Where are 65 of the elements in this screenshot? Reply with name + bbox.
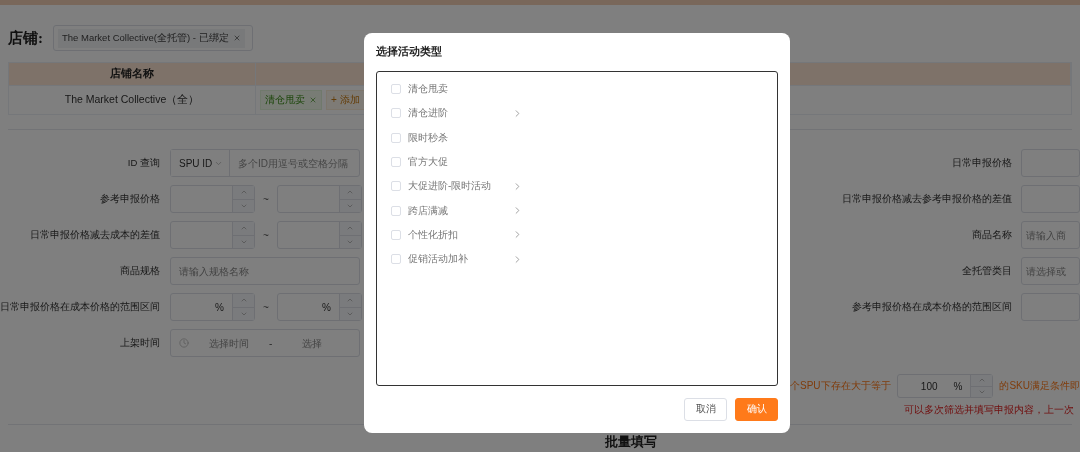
store-select[interactable]: The Market Collective(全托管) - 已绑定 (53, 25, 253, 51)
field-label: 日常申报价格 (951, 156, 1012, 170)
field-label: 日常申报价格减去成本的差值 (29, 228, 160, 242)
checkbox[interactable] (391, 84, 401, 95)
percent-unit: % (321, 301, 332, 313)
number-field[interactable] (170, 185, 255, 213)
number-field[interactable] (170, 221, 255, 249)
increment-button[interactable] (233, 186, 254, 199)
option-label[interactable]: 限时秒杀 (408, 130, 512, 145)
option-label[interactable]: 个性化折扣 (408, 227, 512, 242)
range-tilde: ~ (263, 193, 269, 205)
cancel-button[interactable]: 取消 (684, 398, 727, 421)
checkbox[interactable] (391, 108, 401, 119)
range-separator: - (269, 337, 273, 349)
confirm-button[interactable]: 确认 (735, 398, 778, 421)
increment-button[interactable] (233, 294, 254, 307)
activity-tag: 清仓甩卖 (260, 90, 322, 110)
option-label[interactable]: 大促进阶-限时活动 (408, 179, 512, 194)
field-label: 上架时间 (119, 336, 160, 350)
field-label: 日常申报价格在成本价格的范围区间 (0, 300, 160, 314)
range-tilde: ~ (263, 301, 269, 313)
rule-text: 个SPU下存在大于等于 (790, 379, 891, 393)
checkbox[interactable] (391, 181, 401, 192)
field-label: 商品规格 (119, 264, 160, 278)
percent-field[interactable]: 100 % (896, 374, 994, 398)
number-field[interactable]: % (276, 293, 362, 321)
option-label[interactable]: 促销活动加补 (408, 252, 512, 267)
section-title: 批量填写 (605, 434, 657, 449)
percent-unit: % (215, 301, 225, 313)
field-label: 全托管类目 (961, 264, 1012, 278)
close-icon[interactable] (232, 34, 241, 42)
rule-text: 的SKU满足条件即 (999, 379, 1080, 393)
increment-button[interactable] (339, 222, 361, 235)
field-label: 商品名称 (971, 228, 1012, 242)
number-field[interactable] (276, 221, 362, 249)
option-label[interactable]: 清仓进阶 (408, 106, 512, 121)
dialog-title: 选择活动类型 (376, 45, 443, 59)
column-header: 店铺名称 (110, 67, 154, 81)
increment-button[interactable] (339, 186, 361, 199)
checkbox[interactable] (391, 229, 401, 240)
checkbox[interactable] (391, 205, 401, 216)
store-tag: The Market Collective(全托管) - 已绑定 (58, 28, 245, 48)
option-label[interactable]: 清仓甩卖 (408, 82, 512, 97)
percent-value: 100 (919, 380, 939, 392)
increment-button[interactable] (339, 294, 361, 307)
field-label: 参考申报价格 (99, 192, 160, 206)
increment-button[interactable] (233, 222, 254, 235)
number-field[interactable]: % (170, 293, 255, 321)
hint-text: 可以多次筛选并填写申报内容，上一次 (904, 404, 1074, 415)
store-label: 店铺: (8, 28, 43, 48)
option-label[interactable]: 跨店满减 (408, 203, 512, 218)
checkbox[interactable] (391, 132, 401, 143)
id-type-select[interactable]: SPU ID (171, 150, 230, 176)
option-label[interactable]: 官方大促 (408, 155, 512, 170)
field-label: 日常申报价格减去参考申报价格的差值 (841, 192, 1012, 206)
checkbox[interactable] (391, 157, 401, 168)
close-icon[interactable] (309, 96, 317, 104)
percent-unit: % (953, 380, 964, 392)
field-label: ID 查询 (126, 156, 160, 170)
number-field[interactable] (276, 185, 362, 213)
store-name: The Market Collective（全） (64, 93, 200, 107)
checkbox[interactable] (391, 254, 401, 265)
field-label: 参考申报价格在成本价格的范围区间 (851, 300, 1012, 314)
range-tilde: ~ (263, 229, 269, 241)
increment-button[interactable] (971, 375, 993, 386)
